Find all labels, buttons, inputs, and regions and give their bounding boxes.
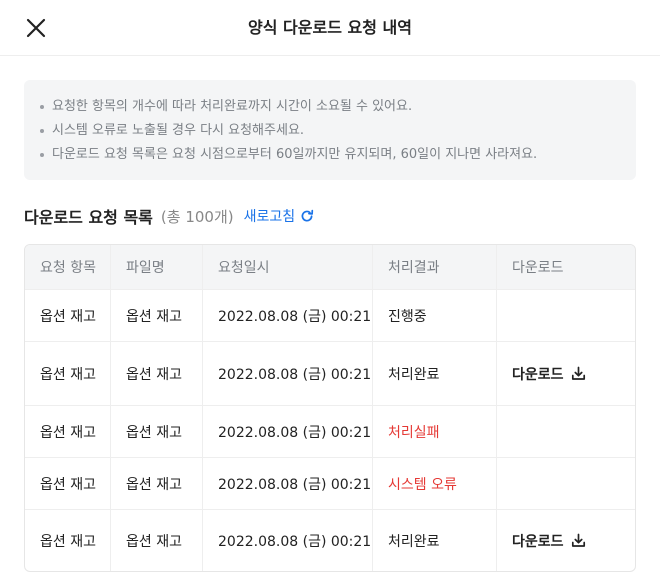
list-header: 다운로드 요청 목록 (총 100개) 새로고침	[24, 202, 314, 230]
request-table: 요청 항목 파일명 요청일시 처리결과 다운로드 옵션 재고 옵션 재고 202…	[24, 244, 636, 572]
table-header-row: 요청 항목 파일명 요청일시 처리결과 다운로드	[25, 245, 635, 289]
cell-status-error: 시스템 오류	[372, 458, 496, 509]
column-header: 처리결과	[372, 245, 496, 289]
cell-download	[496, 458, 635, 509]
cell-date: 2022.08.08 (금) 00:21	[202, 458, 372, 509]
list-count: (총 100개)	[160, 207, 234, 226]
cell-item: 옵션 재고	[40, 533, 96, 550]
cell-file: 옵션 재고	[110, 458, 202, 509]
cell-file: 옵션 재고	[110, 406, 202, 457]
cell-item: 옵션 재고	[40, 424, 96, 441]
cell-status: 처리완료	[372, 510, 496, 571]
notice-item: 요청한 항목의 개수에 따라 처리완료까지 시간이 소요될 수 있어요.	[40, 95, 620, 119]
column-header: 요청일시	[202, 245, 372, 289]
column-header: 파일명	[110, 245, 202, 289]
cell-date: 2022.08.08 (금) 00:21	[202, 342, 372, 405]
cell-file: 옵션 재고	[110, 510, 202, 571]
refresh-icon	[301, 209, 314, 222]
download-label: 다운로드	[512, 366, 564, 383]
page-title: 양식 다운로드 요청 내역	[248, 18, 412, 37]
notice-item: 시스템 오류로 노출될 경우 다시 요청해주세요.	[40, 119, 620, 143]
refresh-label: 새로고침	[243, 209, 296, 225]
cell-download	[496, 290, 635, 341]
download-button[interactable]: 다운로드	[512, 531, 586, 551]
cell-item: 옵션 재고	[40, 476, 96, 493]
refresh-button[interactable]: 새로고침	[244, 206, 315, 226]
cell-file: 옵션 재고	[110, 342, 202, 405]
cell-item: 옵션 재고	[40, 308, 96, 325]
notice-box: 요청한 항목의 개수에 따라 처리완료까지 시간이 소요될 수 있어요. 시스템…	[24, 80, 636, 180]
download-label: 다운로드	[512, 533, 564, 550]
download-button[interactable]: 다운로드	[512, 364, 586, 384]
table-row: 옵션 재고 옵션 재고 2022.08.08 (금) 00:21 처리실패	[25, 405, 635, 457]
cell-date: 2022.08.08 (금) 00:21	[202, 290, 372, 341]
cell-file: 옵션 재고	[110, 290, 202, 341]
table-row: 옵션 재고 옵션 재고 2022.08.08 (금) 00:21 진행중	[25, 289, 635, 341]
cell-download: 다운로드	[496, 510, 635, 571]
cell-status-error: 처리실패	[372, 406, 496, 457]
cell-date: 2022.08.08 (금) 00:21	[202, 510, 372, 571]
table-row: 옵션 재고 옵션 재고 2022.08.08 (금) 00:21 처리완료 다운…	[25, 341, 635, 405]
cell-status: 진행중	[372, 290, 496, 341]
download-icon	[571, 366, 585, 380]
table-row: 옵션 재고 옵션 재고 2022.08.08 (금) 00:21 시스템 오류	[25, 457, 635, 509]
column-header: 요청 항목	[40, 260, 96, 276]
notice-item: 다운로드 요청 목록은 요청 시점으로부터 60일까지만 유지되며, 60일이 …	[40, 143, 620, 167]
download-icon	[571, 533, 585, 547]
page-header: 양식 다운로드 요청 내역	[0, 0, 660, 56]
cell-status: 처리완료	[372, 342, 496, 405]
cell-item: 옵션 재고	[40, 366, 96, 383]
cell-download	[496, 406, 635, 457]
table-row: 옵션 재고 옵션 재고 2022.08.08 (금) 00:21 처리완료 다운…	[25, 509, 635, 571]
cell-date: 2022.08.08 (금) 00:21	[202, 406, 372, 457]
column-header: 다운로드	[496, 245, 635, 289]
cell-download: 다운로드	[496, 342, 635, 405]
list-title: 다운로드 요청 목록	[24, 208, 153, 227]
